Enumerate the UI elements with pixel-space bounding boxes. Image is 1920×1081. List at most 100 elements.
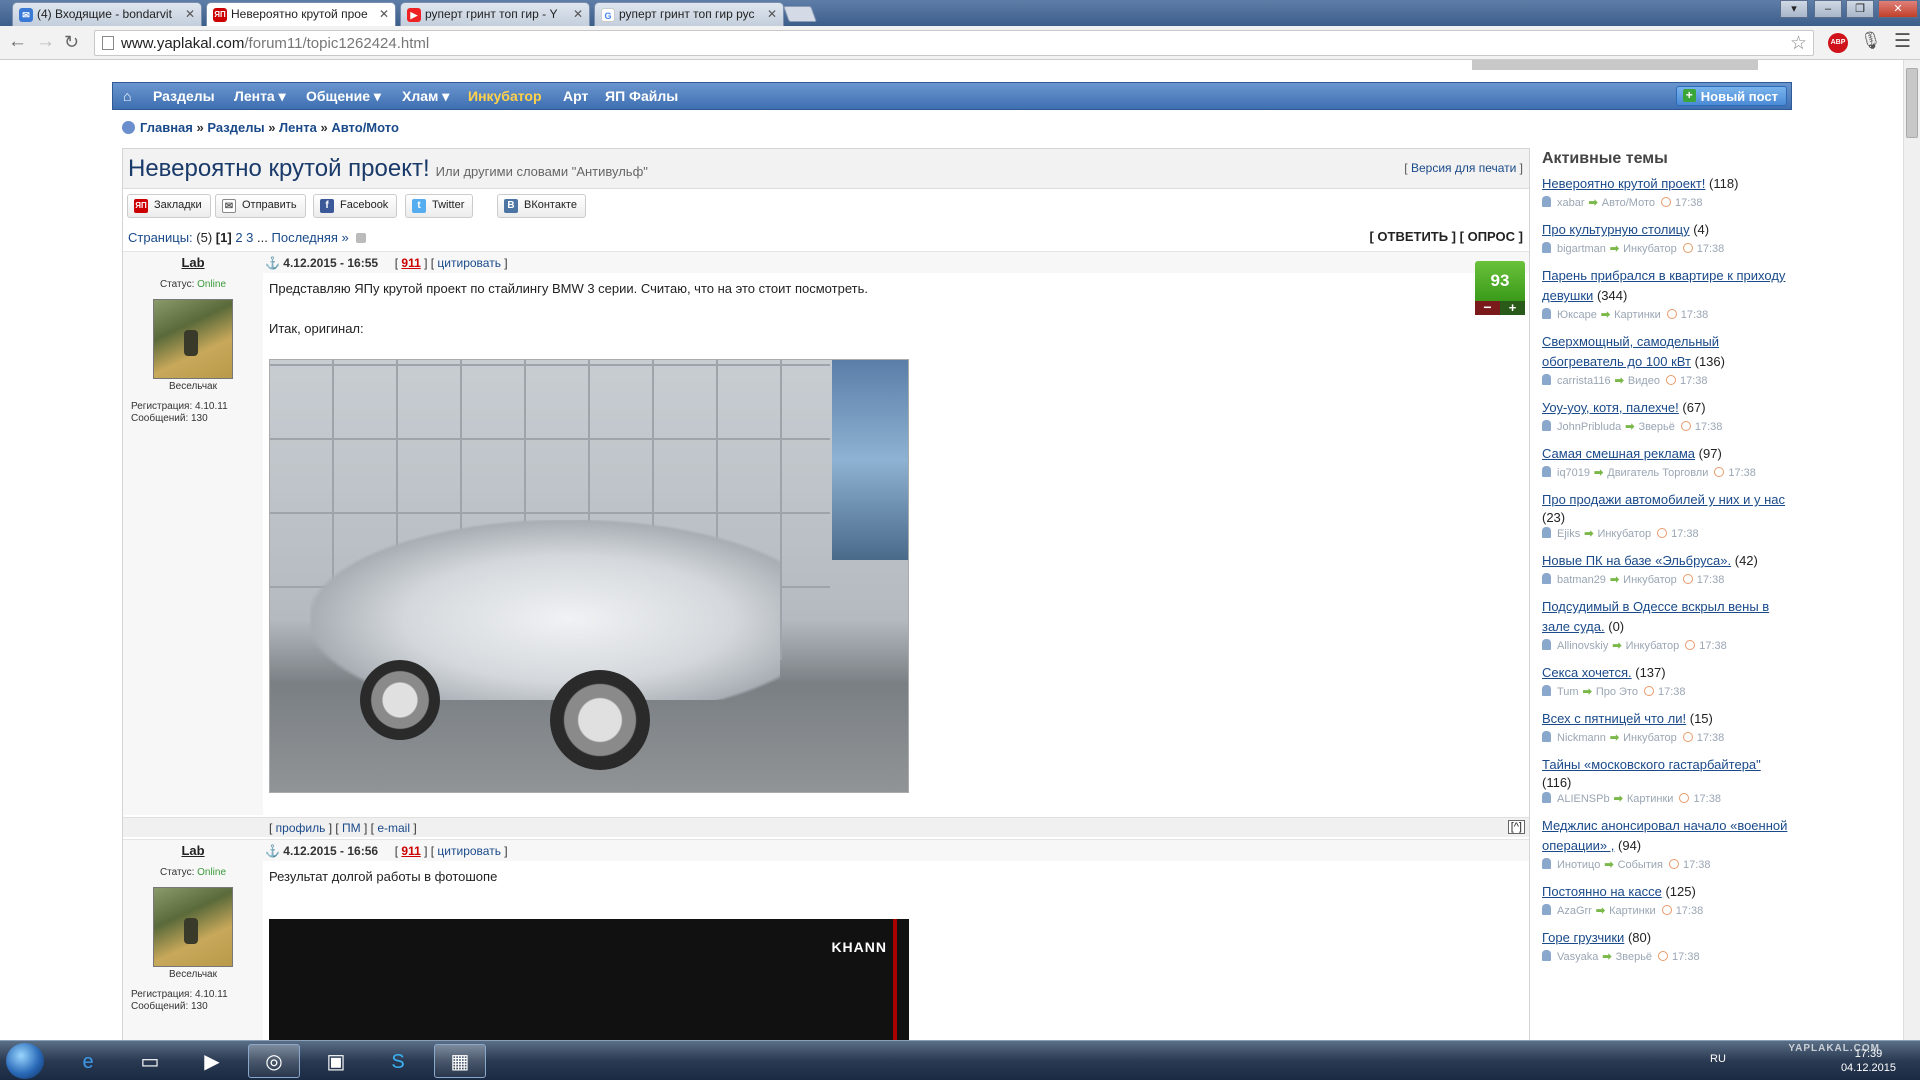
topic-link[interactable]: Уоу-уоу, котя, палехче! (1542, 400, 1679, 415)
breadcrumb-forum[interactable]: Авто/Мото (331, 120, 399, 135)
chrome-icon[interactable]: ◎ (248, 1044, 300, 1078)
pm-link[interactable]: ПМ (342, 821, 361, 835)
topic-user[interactable]: carrista116 (1557, 375, 1611, 387)
facebook-button[interactable]: f Facebook (313, 194, 398, 218)
close-icon[interactable]: ✕ (185, 7, 195, 21)
microphone-icon[interactable]: 🎙 (1860, 31, 1882, 51)
email-link[interactable]: e-mail (377, 821, 410, 835)
restore-button[interactable]: ❐ (1846, 0, 1874, 18)
poll-button[interactable]: [ ОПРОС ] (1460, 229, 1523, 244)
tab-google[interactable]: G руперт гринт топ гир рус ✕ (594, 2, 784, 26)
breadcrumb-home[interactable]: Главная (140, 120, 193, 135)
reputation-link[interactable]: 911 (401, 256, 420, 270)
topic-section[interactable]: Про Это (1596, 686, 1638, 698)
new-post-button[interactable]: + Новый пост (1675, 86, 1787, 106)
breadcrumb-sections[interactable]: Разделы (207, 120, 264, 135)
topic-link[interactable]: Невероятно крутой проект! (1542, 176, 1705, 191)
menu-icon[interactable]: ☰ (1894, 30, 1911, 53)
topic-section[interactable]: Инкубатор (1626, 640, 1680, 652)
avatar[interactable] (153, 887, 233, 967)
topic-link[interactable]: Меджлис анонсировал начало «военной опер… (1542, 818, 1787, 853)
topic-user[interactable]: AzaGrr (1557, 905, 1592, 917)
topic-user[interactable]: JohnPribluda (1557, 421, 1621, 433)
topic-link[interactable]: Тайны «московского гастарбайтера" (1542, 757, 1761, 772)
breadcrumb-feed[interactable]: Лента (279, 120, 317, 135)
post-image-edited-car[interactable]: KHANN (269, 919, 909, 1040)
topic-section[interactable]: Видео (1628, 375, 1660, 387)
close-window-button[interactable]: ✕ (1878, 0, 1918, 18)
topic-link[interactable]: Самая смешная реклама (1542, 446, 1695, 461)
topic-section[interactable]: Картинки (1614, 309, 1661, 321)
topic-link[interactable]: Парень прибрался в квартире к приходу де… (1542, 268, 1785, 303)
author-name[interactable]: Lab (123, 255, 263, 270)
tab-gmail[interactable]: ✉ (4) Входящие - bondarvit ✕ (12, 2, 202, 26)
topic-section[interactable]: Инкубатор (1597, 528, 1651, 540)
internet-explorer-icon[interactable]: e (62, 1044, 114, 1078)
close-icon[interactable]: ✕ (379, 7, 389, 21)
back-icon[interactable]: ← (8, 32, 27, 52)
topic-link[interactable]: Про продажи автомобилей у них и у нас (1542, 492, 1785, 507)
topic-link[interactable]: Горе грузчики (1542, 930, 1624, 945)
language-indicator[interactable]: RU (1710, 1053, 1726, 1065)
start-button[interactable] (6, 1043, 44, 1079)
send-button[interactable]: ✉ Отправить (215, 194, 306, 218)
skype-icon[interactable]: S (372, 1044, 424, 1078)
page-link-3[interactable]: 3 (246, 230, 253, 245)
nav-sections[interactable]: Разделы (153, 88, 215, 104)
quote-link[interactable]: цитировать (437, 844, 501, 858)
scrollbar-thumb[interactable] (1906, 68, 1918, 138)
nav-art[interactable]: Арт (563, 88, 588, 104)
topic-user[interactable]: Tum (1557, 686, 1579, 698)
topic-link[interactable]: Постоянно на кассе (1542, 884, 1662, 899)
topic-section[interactable]: Инкубатор (1623, 574, 1677, 586)
page-scrollbar[interactable] (1903, 60, 1920, 1040)
print-version-link[interactable]: Версия для печати (1411, 161, 1516, 175)
post-image-original-car[interactable] (269, 359, 909, 793)
topic-section[interactable]: Картинки (1627, 793, 1674, 805)
topic-user[interactable]: xabar (1557, 197, 1585, 209)
close-icon[interactable]: ✕ (573, 7, 583, 21)
nav-incubator[interactable]: Инкубатор (468, 88, 542, 104)
topic-section[interactable]: Инкубатор (1623, 243, 1677, 255)
minimize-button[interactable]: – (1814, 0, 1842, 18)
rate-up-button[interactable]: + (1500, 301, 1525, 315)
topic-user[interactable]: bigartman (1557, 243, 1606, 255)
topic-section[interactable]: События (1618, 859, 1663, 871)
clock[interactable]: 17:39 04.12.2015 (1841, 1047, 1896, 1075)
bookmarks-button[interactable]: ЯП Закладки (127, 194, 211, 218)
profile-link[interactable]: профиль (276, 821, 326, 835)
explorer-folder-icon[interactable]: ▭ (124, 1044, 176, 1078)
user-icon[interactable]: ▾ (1780, 0, 1808, 18)
topic-section[interactable]: Зверьё (1616, 951, 1652, 963)
topic-section[interactable]: Картинки (1609, 905, 1656, 917)
topic-section[interactable]: Инкубатор (1623, 732, 1677, 744)
topic-user[interactable]: Ejiks (1557, 528, 1580, 540)
tab-yaplakal[interactable]: ЯП Невероятно крутой прое ✕ (206, 2, 396, 26)
reply-button[interactable]: [ ОТВЕТИТЬ ] (1369, 229, 1456, 244)
vkontakte-button[interactable]: В ВКонтакте (497, 194, 586, 218)
anchor-icon[interactable]: ⚓ (265, 256, 280, 270)
twitter-button[interactable]: t Twitter (405, 194, 474, 218)
topic-section[interactable]: Зверьё (1638, 421, 1674, 433)
rate-down-button[interactable]: − (1475, 300, 1500, 315)
nav-junk[interactable]: Хлам ▾ (402, 88, 449, 105)
topic-link[interactable]: Про культурную столицу (1542, 222, 1690, 237)
avatar[interactable] (153, 299, 233, 379)
page-link-2[interactable]: 2 (235, 230, 242, 245)
topic-user[interactable]: iq7019 (1557, 467, 1590, 479)
topic-link[interactable]: Сверхмощный, самодельный обогреватель до… (1542, 334, 1719, 369)
tab-youtube[interactable]: ▶ руперт гринт топ гир - Y ✕ (400, 2, 590, 26)
anchor-icon[interactable]: ⚓ (265, 844, 280, 858)
media-player-icon[interactable]: ▶ (186, 1044, 238, 1078)
quote-link[interactable]: цитировать (437, 256, 501, 270)
topic-user[interactable]: ALIENSPb (1557, 793, 1610, 805)
nav-feed[interactable]: Лента ▾ (234, 88, 286, 105)
topic-link[interactable]: Новые ПК на базе «Эльбруса». (1542, 553, 1731, 568)
goto-page-icon[interactable] (356, 233, 367, 243)
topic-user[interactable]: Nickmann (1557, 732, 1606, 744)
nav-social[interactable]: Общение ▾ (306, 88, 381, 105)
new-tab-button[interactable] (783, 6, 817, 22)
topic-section[interactable]: Авто/Мото (1602, 197, 1655, 209)
reload-icon[interactable]: ↻ (64, 32, 79, 52)
reputation-link[interactable]: 911 (401, 844, 420, 858)
